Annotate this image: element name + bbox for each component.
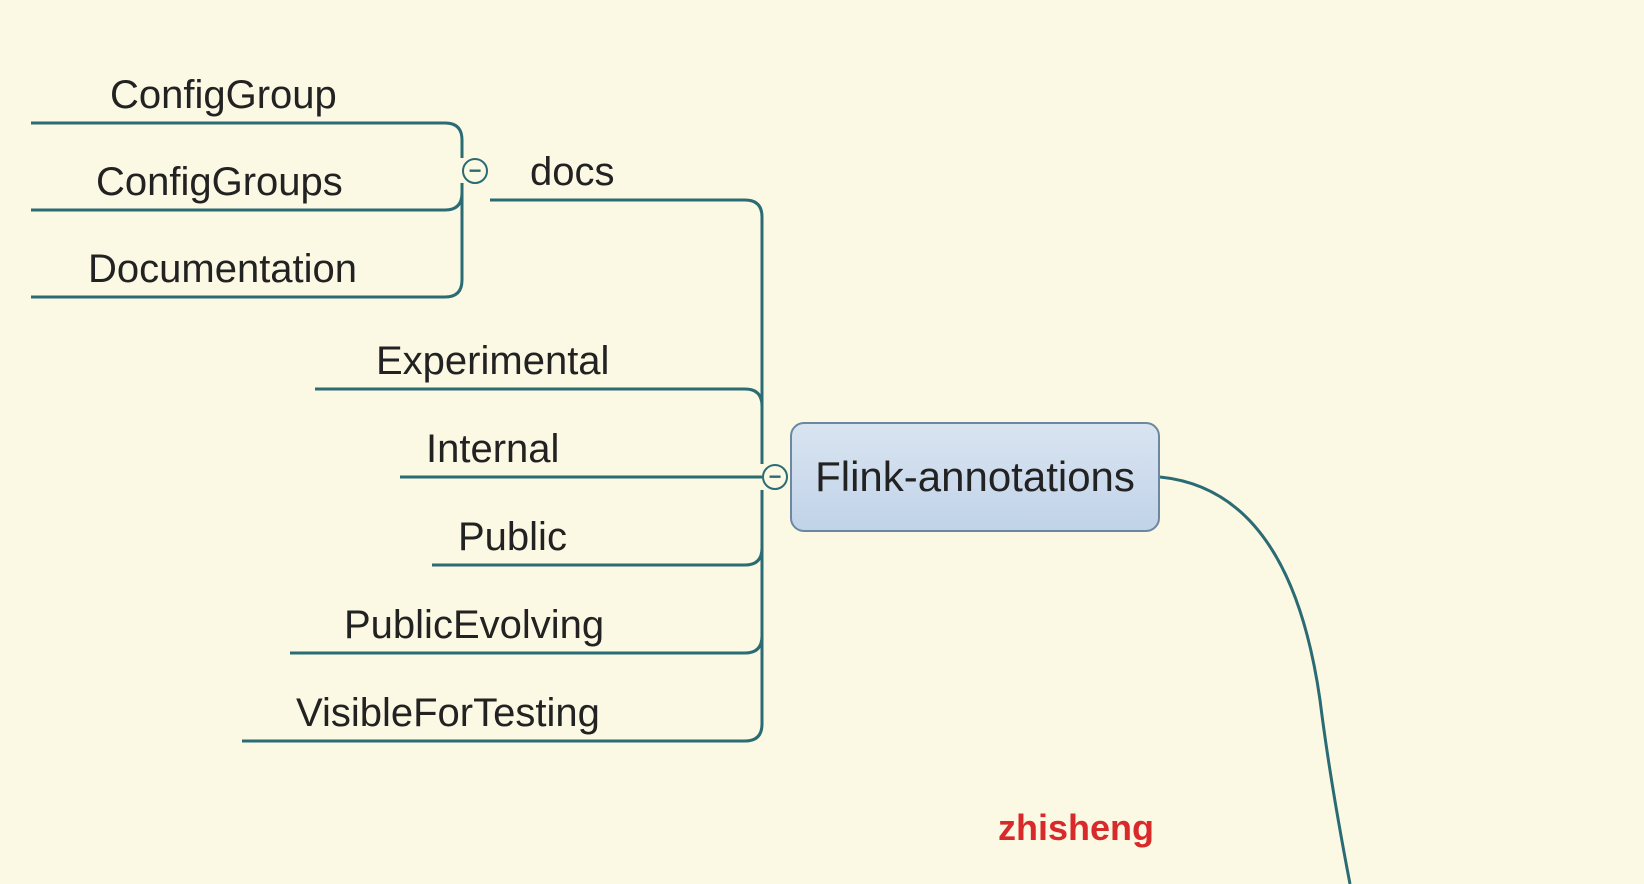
leaf-configgroups[interactable]: ConfigGroups bbox=[96, 160, 343, 205]
collapse-glyph: − bbox=[469, 160, 482, 182]
leaf-label: ConfigGroups bbox=[96, 160, 343, 204]
watermark-text: zhisheng bbox=[998, 807, 1154, 848]
leaf-label: Public bbox=[458, 515, 567, 559]
leaf-label: Internal bbox=[426, 427, 559, 471]
leaf-label: Experimental bbox=[376, 339, 609, 383]
leaf-label: PublicEvolving bbox=[344, 603, 604, 647]
root-label: Flink-annotations bbox=[815, 453, 1135, 501]
leaf-visiblefortesting[interactable]: VisibleForTesting bbox=[296, 691, 600, 736]
leaf-documentation[interactable]: Documentation bbox=[88, 247, 357, 292]
leaf-label: ConfigGroup bbox=[110, 73, 337, 117]
root-node[interactable]: Flink-annotations bbox=[790, 422, 1160, 532]
leaf-label: Documentation bbox=[88, 247, 357, 291]
leaf-internal[interactable]: Internal bbox=[426, 427, 559, 472]
leaf-label: VisibleForTesting bbox=[296, 691, 600, 735]
leaf-configgroup[interactable]: ConfigGroup bbox=[110, 73, 337, 118]
branch-docs-label: docs bbox=[530, 150, 615, 194]
watermark: zhisheng bbox=[998, 807, 1154, 849]
leaf-publicevolving[interactable]: PublicEvolving bbox=[344, 603, 604, 648]
branch-docs[interactable]: docs bbox=[530, 150, 615, 195]
collapse-root-icon[interactable]: − bbox=[762, 464, 788, 490]
leaf-public[interactable]: Public bbox=[458, 515, 567, 560]
collapse-docs-icon[interactable]: − bbox=[462, 158, 488, 184]
leaf-experimental[interactable]: Experimental bbox=[376, 339, 609, 384]
collapse-glyph: − bbox=[769, 466, 782, 488]
